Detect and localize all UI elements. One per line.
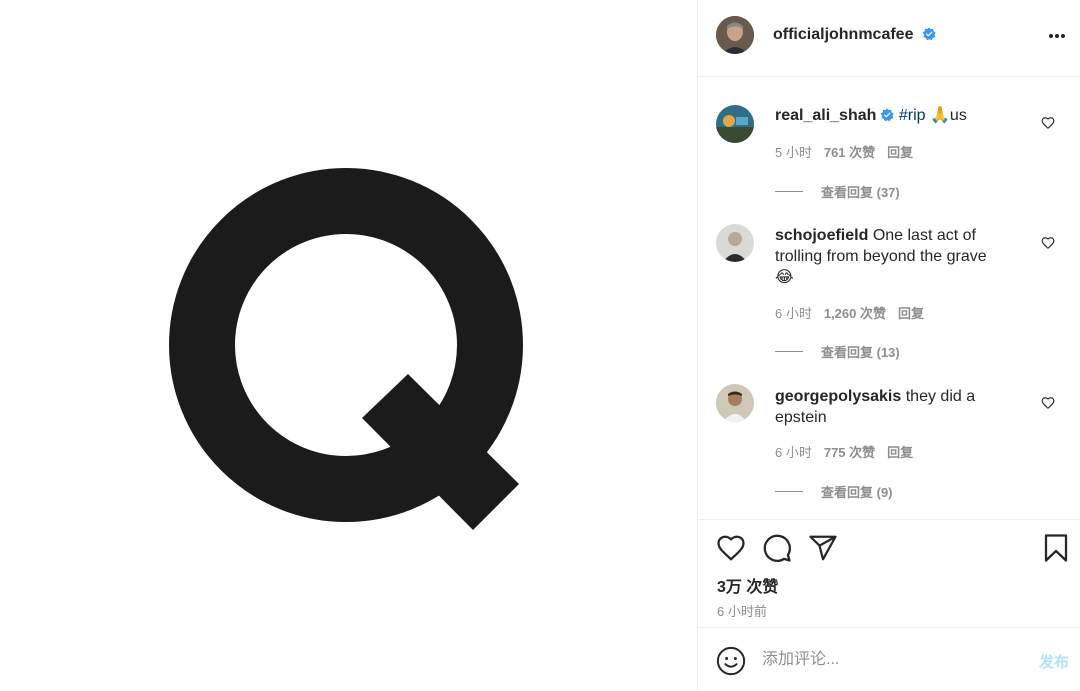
comment-input[interactable] [762,646,1012,674]
likes-count[interactable]: 3万 次赞 [717,573,778,597]
add-comment-section: 发布 [698,627,1080,691]
bookmark-icon[interactable] [1041,533,1071,563]
replies-divider [775,191,803,192]
comment-like-heart-icon[interactable] [1041,116,1055,130]
comment-time[interactable]: 6 小时 [775,445,812,460]
pray-emoji: 🙏 [930,107,950,124]
commenter-username[interactable]: real_ali_shah [775,107,876,124]
commenter-avatar[interactable] [716,384,754,422]
verified-badge-icon [881,108,895,122]
reply-button[interactable]: 回复 [887,145,913,160]
comment-meta: 6 小时 775 次赞 回复 [775,442,925,461]
reply-button[interactable]: 回复 [898,306,924,321]
view-replies-button[interactable]: 查看回复 (37) [775,182,900,201]
post-header: officialjohnmcafee [698,0,1080,77]
comment-text: real_ali_shah #rip 🙏us [775,105,1020,126]
view-replies-label[interactable]: 查看回复 (13) [821,342,900,361]
hashtag-link[interactable]: #rip [899,107,926,124]
comment-body: us [949,107,967,124]
comment-like-heart-icon[interactable] [1041,236,1055,250]
comment-meta: 6 小时 1,260 次赞 回复 [775,303,936,322]
share-icon[interactable] [808,533,838,563]
commenter-avatar[interactable] [716,105,754,143]
view-replies-button[interactable]: 查看回复 (9) [775,482,893,501]
post-comment-button[interactable]: 发布 [1039,651,1069,672]
comment-like-heart-icon[interactable] [1041,396,1055,410]
author-username[interactable]: officialjohnmcafee [773,26,913,43]
view-replies-label[interactable]: 查看回复 (37) [821,182,900,201]
comment-icon[interactable] [762,533,792,563]
comment-text: schojoefield One last act of trolling fr… [775,225,1020,288]
view-replies-label[interactable]: 查看回复 (9) [821,482,893,501]
comment-text: georgepolysakis they did a epstein [775,386,1020,428]
replies-divider [775,491,803,492]
commenter-username[interactable]: georgepolysakis [775,388,901,405]
comment-likes[interactable]: 775 次赞 [824,445,875,460]
heart-icon[interactable] [716,533,746,563]
q-logo-image [169,168,523,530]
comment-time[interactable]: 6 小时 [775,306,812,321]
comment-likes[interactable]: 1,260 次赞 [824,306,886,321]
comments-list[interactable]: real_ali_shah #rip 🙏us 5 小时 761 次赞 回复 查看回复… [698,78,1080,519]
replies-divider [775,351,803,352]
comment-time[interactable]: 5 小时 [775,145,812,160]
comment-likes[interactable]: 761 次赞 [824,145,875,160]
commenter-username[interactable]: schojoefield [775,227,868,244]
verified-badge-icon [922,27,936,41]
post-sidebar: officialjohnmcafee real_ali_shah #rip 🙏u… [697,0,1080,691]
author-avatar[interactable] [716,16,754,54]
commenter-avatar[interactable] [716,224,754,262]
more-options-icon[interactable] [1045,24,1069,48]
view-replies-button[interactable]: 查看回复 (13) [775,342,900,361]
emoji-icon[interactable] [716,646,746,676]
post-actions: 3万 次赞 6 小时前 [698,519,1080,627]
post-image[interactable] [0,0,697,691]
author-username-row[interactable]: officialjohnmcafee [773,26,936,44]
laughing-emoji: 😂 [775,269,794,286]
post-timestamp[interactable]: 6 小时前 [717,601,767,620]
comment-meta: 5 小时 761 次赞 回复 [775,142,925,161]
reply-button[interactable]: 回复 [887,445,913,460]
